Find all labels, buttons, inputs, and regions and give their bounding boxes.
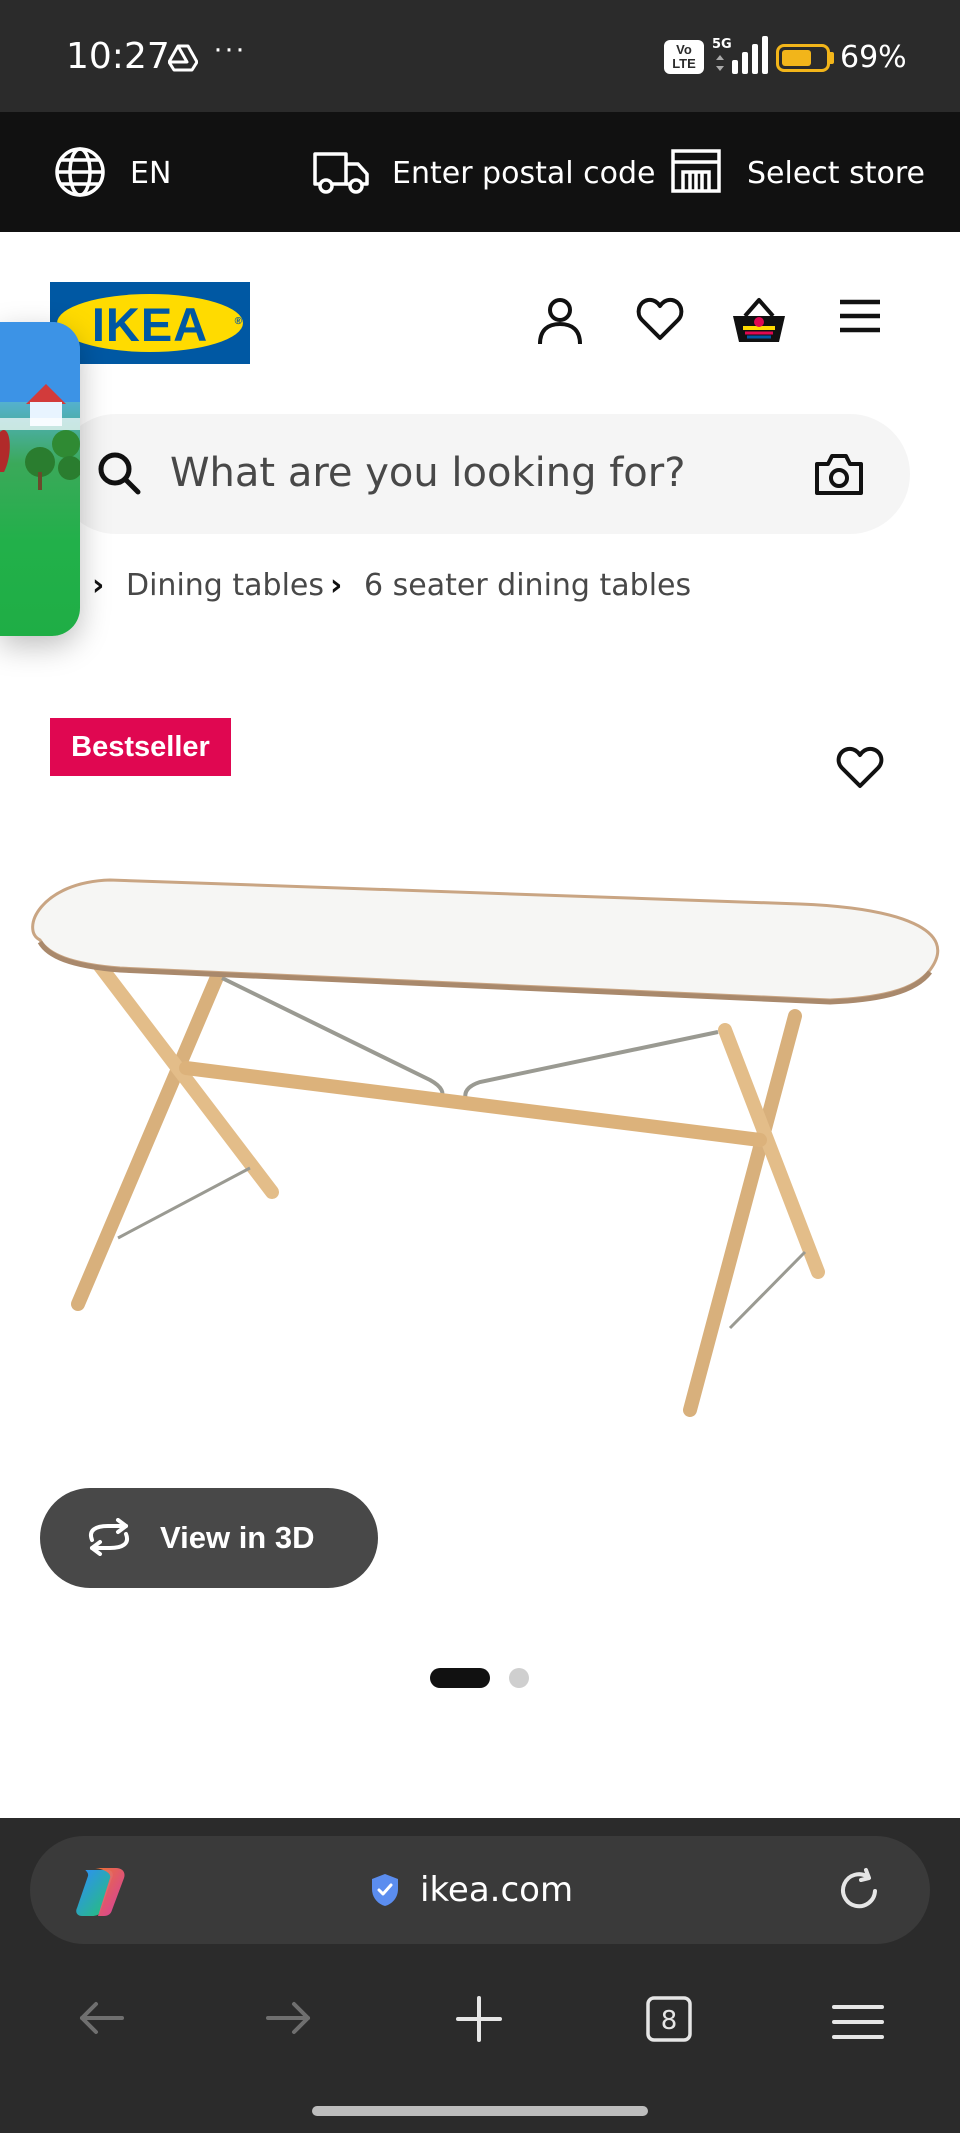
- more-notifications-icon: ···: [213, 32, 246, 65]
- volte-icon: Vo LTE: [664, 40, 704, 74]
- tabs-icon[interactable]: 8: [646, 1996, 692, 2047]
- reload-icon[interactable]: [834, 1866, 884, 1921]
- secure-shield-icon: [370, 1872, 400, 1913]
- breadcrumb-separator: ›: [92, 568, 105, 603]
- home-indicator[interactable]: [312, 2106, 648, 2116]
- carousel-dot[interactable]: [509, 1668, 529, 1688]
- globe-icon[interactable]: [54, 146, 106, 203]
- search-placeholder[interactable]: What are you looking for?: [170, 450, 685, 496]
- floating-app-bubble[interactable]: [0, 322, 80, 636]
- signal-icon: 5G: [712, 36, 768, 81]
- battery-fill: [782, 50, 811, 66]
- ikea-logo[interactable]: IKEA ®: [50, 282, 250, 364]
- browser-menu-icon[interactable]: [832, 2004, 884, 2045]
- rotate-3d-icon: [84, 1518, 134, 1561]
- svg-text:5G: 5G: [712, 37, 732, 52]
- drive-icon: [167, 44, 199, 77]
- bestseller-badge: Bestseller: [50, 718, 231, 776]
- copilot-icon[interactable]: [72, 1866, 130, 1923]
- view-in-3d-label: View in 3D: [160, 1520, 315, 1555]
- svg-text:8: 8: [661, 2006, 678, 2036]
- battery-percent: 69%: [840, 40, 907, 75]
- menu-icon[interactable]: [838, 296, 882, 341]
- logo-text: IKEA: [91, 298, 209, 351]
- breadcrumb-dining-tables[interactable]: Dining tables: [126, 568, 324, 603]
- breadcrumb-6-seater[interactable]: 6 seater dining tables: [364, 568, 691, 603]
- camera-search-icon[interactable]: [814, 452, 864, 501]
- product-image[interactable]: [0, 860, 960, 1430]
- battery-icon: [776, 44, 830, 72]
- breadcrumb-separator: ›: [330, 568, 343, 603]
- url-text[interactable]: ikea.com: [420, 1870, 573, 1910]
- add-to-wishlist-icon[interactable]: [836, 746, 884, 795]
- utility-bar: EN Enter postal code Select store: [0, 112, 960, 232]
- battery-tip: [830, 52, 834, 64]
- clock: 10:27: [66, 36, 170, 77]
- account-icon[interactable]: [536, 296, 584, 351]
- truck-icon[interactable]: [312, 150, 370, 199]
- logo-registered-mark: ®: [234, 316, 242, 327]
- back-arrow-icon[interactable]: [78, 2000, 124, 2041]
- carousel-dot-active[interactable]: [430, 1668, 490, 1688]
- view-in-3d-button[interactable]: View in 3D: [40, 1488, 378, 1588]
- language-selector[interactable]: EN: [130, 156, 171, 191]
- shopping-bag-icon[interactable]: [731, 296, 787, 351]
- forward-arrow-icon[interactable]: [266, 2000, 312, 2041]
- postal-code-link[interactable]: Enter postal code: [392, 156, 655, 191]
- wishlist-icon[interactable]: [636, 296, 684, 347]
- search-icon: [96, 450, 142, 501]
- status-bar: 10:27 ··· Vo LTE 5G 69%: [0, 0, 960, 112]
- new-tab-plus-icon[interactable]: [456, 1996, 502, 2047]
- store-icon[interactable]: [670, 148, 722, 199]
- select-store-link[interactable]: Select store: [747, 156, 925, 191]
